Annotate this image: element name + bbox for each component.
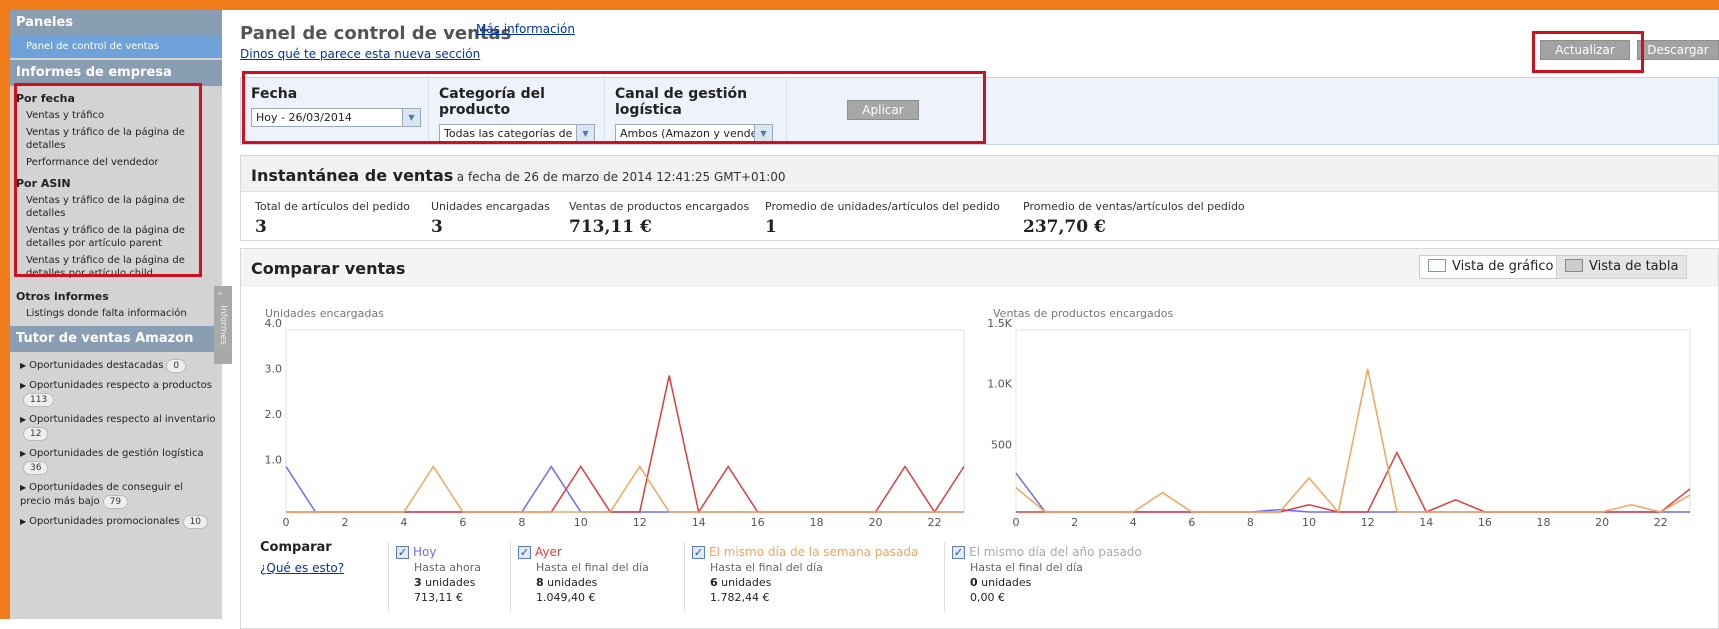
x-tick-label: 2 [341,516,348,529]
legend-anio-pasado: ✓ El mismo día del año pasado Hasta el fi… [952,545,1142,604]
sidebar-item-listings[interactable]: Listings donde falta información [10,305,222,322]
y-tick-label: 3.0 [265,363,283,376]
metric-total-articulos: Total de artículos del pedido 3 [255,200,410,237]
x-tick-label: 0 [283,516,290,529]
plot-area [1015,329,1691,513]
feedback-link[interactable]: Dinos qué te parece esta nueva sección [240,47,480,61]
page-title: Panel de control de ventas [240,23,512,44]
x-tick-label: 12 [1361,516,1375,529]
chart-view-button[interactable]: Vista de gráfico [1419,255,1563,279]
sidebar-op-inventario[interactable]: ▶ Oportunidades respecto al inventario12 [10,410,222,444]
triangle-right-icon: ▶ [20,381,27,390]
x-tick-label: 20 [869,516,883,529]
sidebar-item-panel-de-control[interactable]: Panel de control de ventas [10,36,222,58]
count-badge: 113 [23,393,55,407]
divider [944,542,945,612]
x-tick-label: 0 [1013,516,1020,529]
plot-area [285,329,965,513]
compare-title: Comparar ventas [251,259,406,278]
snapshot-subtitle: a fecha de 26 de marzo de 2014 12:41:25 … [456,170,786,184]
highlight-box-refresh [1532,31,1644,73]
checkbox-ayer[interactable]: ✓ [518,546,531,559]
legend-semana-pasada: ✓ El mismo día de la semana pasada Hasta … [692,545,919,604]
top-bar [0,0,1719,10]
table-icon [1565,259,1583,272]
what-is-this-link[interactable]: ¿Qué es esto? [260,561,344,575]
highlight-box-sidebar [14,83,202,277]
metric-promedio-unidades: Promedio de unidades/artículos del pedid… [765,200,1000,237]
x-tick-label: 10 [1302,516,1316,529]
x-tick-label: 18 [810,516,824,529]
divider [510,542,511,612]
more-info-link[interactable]: Más información [476,22,575,36]
snapshot-title: Instantánea de ventas [251,166,454,185]
sidebar-op-promocionales[interactable]: ▶ Oportunidades promocionales 10 [10,512,222,532]
divider [388,542,389,612]
sales-chart: 500 1.0K 1.5K 0 2 4 6 8 10 12 14 16 18 20 22 [987,318,1691,529]
triangle-right-icon: ▶ [20,449,27,458]
count-badge: 0 [166,359,187,373]
sidebar-op-productos[interactable]: ▶ Oportunidades respecto a productos113 [10,376,222,410]
metric-promedio-ventas: Promedio de ventas/artículos del pedido 2… [1023,200,1245,237]
sidebar-head-paneles: Paneles [10,10,222,36]
y-tick-label: 2.0 [265,408,283,421]
table-view-button[interactable]: Vista de tabla [1556,255,1688,279]
compare-header: Comparar ventas Vista de gráfico Vista d… [241,249,1718,287]
checkbox-anio-pasado[interactable]: ✓ [952,546,965,559]
x-tick-label: 18 [1536,516,1550,529]
x-tick-label: 20 [1595,516,1609,529]
download-button[interactable]: Descargar [1637,40,1719,60]
count-badge: 12 [23,427,49,441]
legend-hoy: ✓ Hoy Hasta ahora 3 unidades 713,11 € [396,545,481,604]
metric-unidades: Unidades encargadas 3 [431,200,550,237]
x-tick-label: 6 [459,516,466,529]
y-tick-label: 1.5K [987,318,1012,330]
snapshot-header: Instantánea de ventas a fecha de 26 de m… [241,156,1718,192]
x-tick-label: 6 [1188,516,1195,529]
sales-snapshot: Instantánea de ventas a fecha de 26 de m… [240,155,1719,241]
legend-ayer: ✓ Ayer Hasta el final del día 8 unidades … [518,545,649,604]
triangle-right-icon: ▶ [20,415,27,424]
x-tick-label: 12 [633,516,647,529]
triangle-right-icon: ▶ [20,361,27,370]
x-tick-label: 14 [1419,516,1433,529]
x-tick-label: 22 [928,516,942,529]
y-tick-label: 1.0 [265,454,283,467]
sidebar-op-destacadas[interactable]: ▶ Oportunidades destacadas 0 [10,356,222,376]
x-tick-label: 8 [518,516,525,529]
checkbox-hoy[interactable]: ✓ [396,546,409,559]
sidebar-op-logistica[interactable]: ▶ Oportunidades de gestión logística36 [10,444,222,478]
x-tick-label: 14 [692,516,706,529]
x-tick-label: 22 [1654,516,1668,529]
count-badge: 79 [102,495,129,509]
sidebar-group-otros: Otros informes [16,290,109,303]
y-tick-label: 1.0K [987,378,1012,391]
y-tick-label: 500 [991,438,1012,451]
x-tick-label: 16 [751,516,765,529]
x-tick-label: 4 [1130,516,1137,529]
left-stripe [0,10,10,619]
sidebar-head-tutor: Tutor de ventas Amazon [10,326,222,352]
chevron-left-icon: ‹ [214,291,226,296]
sidebar-op-precio[interactable]: ▶ Oportunidades de conseguir el precio má… [10,478,222,512]
x-tick-label: 2 [1071,516,1078,529]
count-badge: 10 [182,515,209,529]
metric-ventas: Ventas de productos encargados 713,11 € [569,200,750,237]
triangle-right-icon: ▶ [20,483,27,492]
x-tick-label: 10 [574,516,588,529]
units-chart: 1.0 2.0 3.0 4.0 0 2 4 6 8 10 12 14 16 18 20 22 [265,318,965,529]
count-badge: 36 [23,461,49,475]
line-chart-icon [1428,259,1446,272]
x-tick-label: 16 [1478,516,1492,529]
divider [684,542,685,612]
compare-legend-label: Comparar ¿Qué es esto? [260,540,345,575]
y-tick-label: 4.0 [265,318,283,330]
triangle-right-icon: ▶ [20,517,27,526]
x-tick-label: 8 [1247,516,1254,529]
highlight-box-filters [242,71,986,144]
informes-collapse-tab[interactable]: ‹ Informes [214,286,232,364]
checkbox-semana-pasada[interactable]: ✓ [692,546,705,559]
x-tick-label: 4 [400,516,407,529]
